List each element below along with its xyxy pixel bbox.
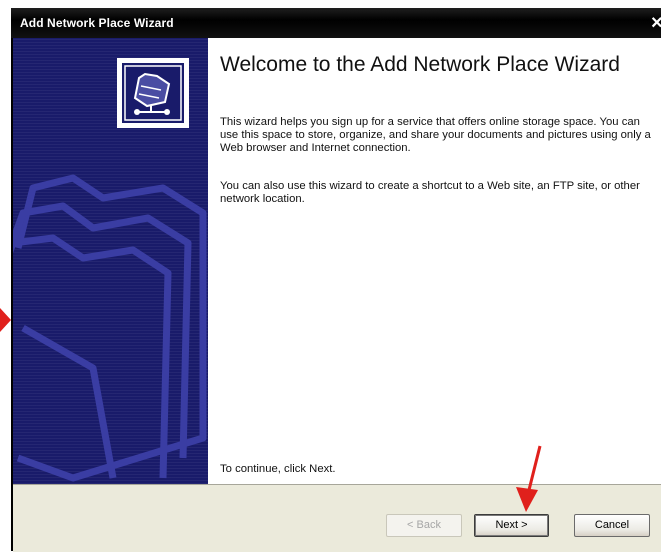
back-button[interactable]: < Back bbox=[386, 514, 462, 537]
cancel-button[interactable]: Cancel bbox=[574, 514, 650, 537]
title-bar[interactable]: Add Network Place Wizard × bbox=[11, 8, 661, 38]
continue-instruction: To continue, click Next. bbox=[220, 463, 336, 475]
network-folder-icon bbox=[117, 58, 189, 128]
button-bar: < Back Next > Cancel bbox=[13, 484, 661, 552]
window-title: Add Network Place Wizard bbox=[20, 16, 174, 30]
next-button[interactable]: Next > bbox=[474, 514, 549, 537]
close-button[interactable]: × bbox=[651, 12, 661, 34]
wizard-content: Welcome to the Add Network Place Wizard … bbox=[208, 38, 661, 484]
intro-paragraph: This wizard helps you sign up for a serv… bbox=[220, 116, 651, 154]
page-heading: Welcome to the Add Network Place Wizard bbox=[220, 53, 620, 76]
shortcut-paragraph: You can also use this wizard to create a… bbox=[220, 180, 640, 205]
wizard-side-banner bbox=[13, 38, 208, 484]
red-arrow-icon bbox=[0, 308, 11, 332]
